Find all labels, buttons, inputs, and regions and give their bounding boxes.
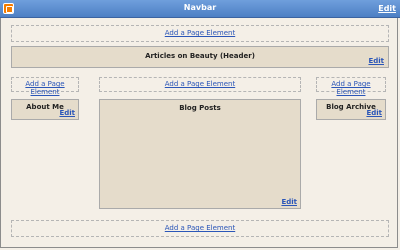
about-me-edit-link[interactable]: Edit xyxy=(59,109,75,117)
about-me-panel: About Me Edit xyxy=(11,99,79,120)
add-page-element-link[interactable]: Add a Page Element xyxy=(25,80,64,96)
header-edit-link[interactable]: Edit xyxy=(368,57,384,65)
add-page-element-link[interactable]: Add a Page Element xyxy=(331,80,370,96)
blog-posts-edit-link[interactable]: Edit xyxy=(281,198,297,206)
add-element-left-box: Add a Page Element xyxy=(11,77,79,96)
blog-posts-title: Blog Posts xyxy=(179,104,221,112)
blog-archive-edit-link[interactable]: Edit xyxy=(366,109,382,117)
add-element-main-box: Add a Page Element xyxy=(99,77,301,92)
header-title: Articles on Beauty (Header) xyxy=(145,52,255,60)
header-panel: Articles on Beauty (Header) Edit xyxy=(11,46,389,68)
blog-posts-panel: Blog Posts Edit xyxy=(99,99,301,209)
blog-archive-panel: Blog Archive Edit xyxy=(316,99,386,120)
add-element-right-box: Add a Page Element xyxy=(316,77,386,96)
add-element-bottom-box: Add a Page Element xyxy=(11,220,389,237)
navbar-edit-link[interactable]: Edit xyxy=(378,4,396,13)
add-page-element-link[interactable]: Add a Page Element xyxy=(165,80,235,88)
add-page-element-link[interactable]: Add a Page Element xyxy=(165,29,235,37)
add-page-element-link[interactable]: Add a Page Element xyxy=(165,224,235,232)
navbar-title: Navbar xyxy=(183,3,217,12)
add-element-top-box: Add a Page Element xyxy=(11,25,389,42)
navbar: Navbar Edit xyxy=(0,0,400,18)
